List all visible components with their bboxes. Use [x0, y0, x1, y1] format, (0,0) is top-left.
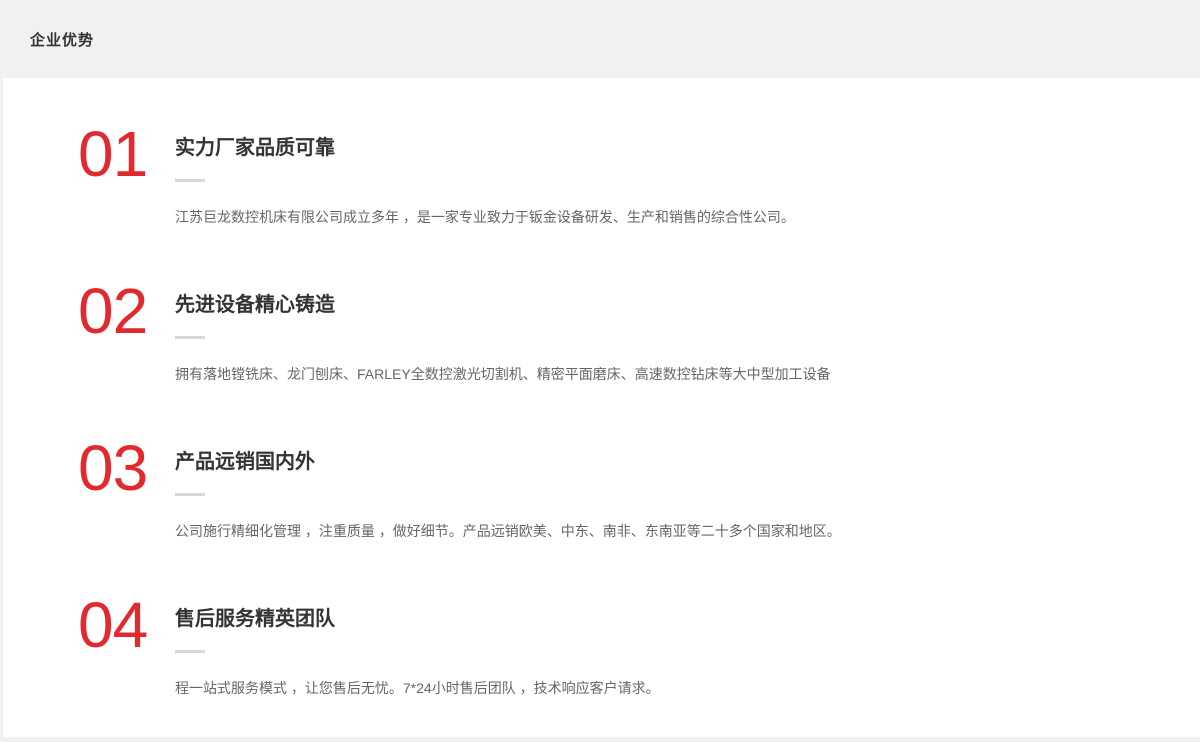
advantage-description: 公司施行精细化管理 ，注重质量 ，做好细节。产品远销欧美、中东、南非、东南亚等二…: [175, 520, 1160, 542]
advantage-title: 先进设备精心铸造: [175, 292, 1160, 318]
advantage-number: 02: [78, 279, 175, 343]
divider: [175, 336, 205, 339]
advantage-title: 售后服务精英团队: [175, 606, 1160, 632]
page-title: 企业优势: [30, 29, 94, 50]
advantage-number: 04: [78, 593, 175, 657]
advantage-title: 产品远销国内外: [175, 449, 1160, 475]
advantage-body: 售后服务精英团队 程一站式服务模式 ，让您售后无忧。7*24小时售后团队 ，技术…: [175, 593, 1160, 699]
advantage-item-1: 01 实力厂家品质可靠 江苏巨龙数控机床有限公司成立多年 ，是一家专业致力于钣金…: [78, 122, 1160, 228]
advantage-description: 程一站式服务模式 ，让您售后无忧。7*24小时售后团队 ，技术响应客户请求。: [175, 677, 1160, 699]
advantage-item-2: 02 先进设备精心铸造 拥有落地镗铣床、龙门刨床、FARLEY全数控激光切割机、…: [78, 279, 1160, 385]
advantage-item-4: 04 售后服务精英团队 程一站式服务模式 ，让您售后无忧。7*24小时售后团队 …: [78, 593, 1160, 699]
divider: [175, 650, 205, 653]
advantage-item-3: 03 产品远销国内外 公司施行精细化管理 ，注重质量 ，做好细节。产品远销欧美、…: [78, 436, 1160, 542]
advantage-description: 江苏巨龙数控机床有限公司成立多年 ，是一家专业致力于钣金设备研发、生产和销售的综…: [175, 206, 1160, 228]
advantage-title: 实力厂家品质可靠: [175, 135, 1160, 161]
advantage-description: 拥有落地镗铣床、龙门刨床、FARLEY全数控激光切割机、精密平面磨床、高速数控钻…: [175, 363, 1160, 385]
advantages-panel: 01 实力厂家品质可靠 江苏巨龙数控机床有限公司成立多年 ，是一家专业致力于钣金…: [3, 78, 1200, 737]
section-header: 企业优势: [0, 0, 1200, 78]
advantage-body: 产品远销国内外 公司施行精细化管理 ，注重质量 ，做好细节。产品远销欧美、中东、…: [175, 436, 1160, 542]
advantage-body: 实力厂家品质可靠 江苏巨龙数控机床有限公司成立多年 ，是一家专业致力于钣金设备研…: [175, 122, 1160, 228]
advantage-number: 01: [78, 122, 175, 186]
advantage-body: 先进设备精心铸造 拥有落地镗铣床、龙门刨床、FARLEY全数控激光切割机、精密平…: [175, 279, 1160, 385]
divider: [175, 179, 205, 182]
advantage-number: 03: [78, 436, 175, 500]
divider: [175, 493, 205, 496]
